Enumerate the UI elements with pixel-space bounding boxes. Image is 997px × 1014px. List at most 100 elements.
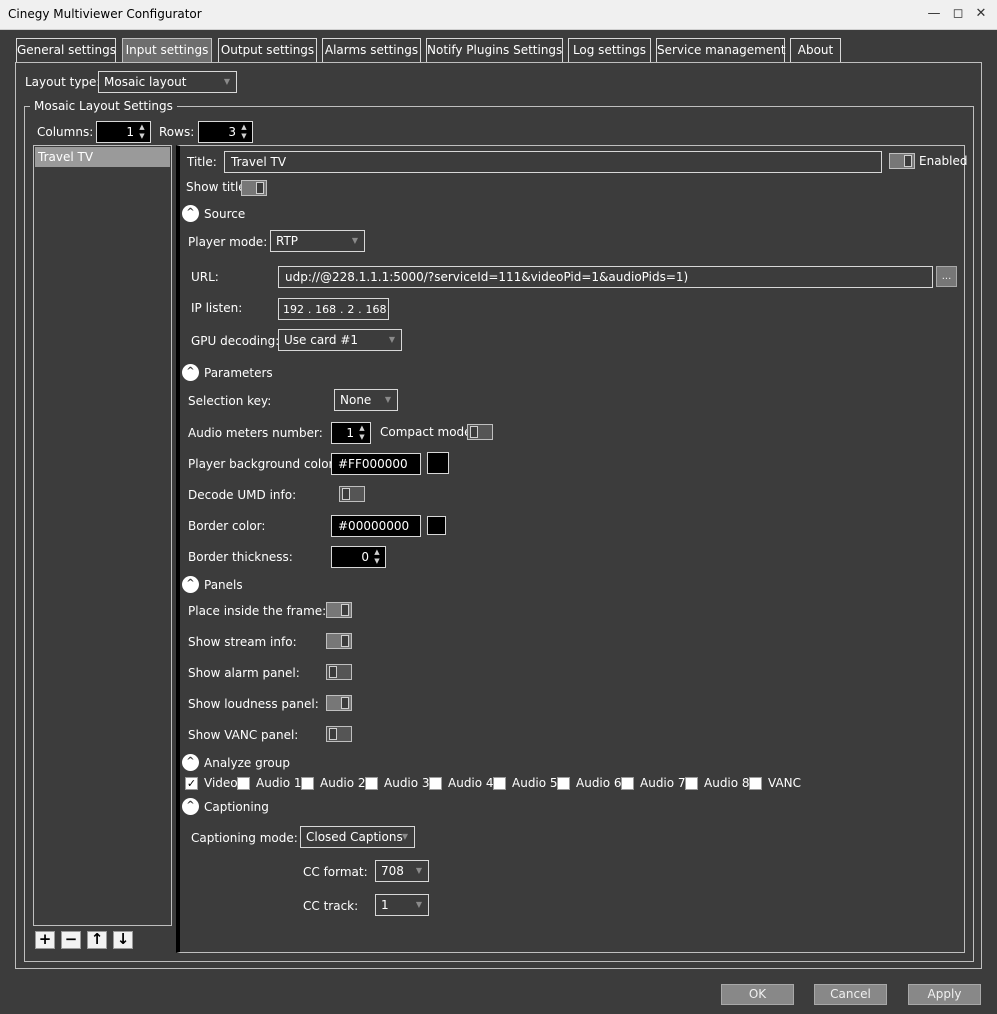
url-input[interactable]: udp://@228.1.1.1:5000/?serviceId=111&vid… [278,266,933,288]
rows-stepper[interactable]: 3 ▲ ▼ [198,121,253,143]
spin-arrows-icon[interactable]: ▲ ▼ [239,123,249,141]
tab-about[interactable]: About [790,38,841,63]
border-color-label: Border color: [188,519,266,533]
border-color-input[interactable]: #00000000 [331,515,421,537]
remove-icon[interactable]: − [61,931,81,949]
tab-general-settings[interactable]: General settings [16,38,116,63]
collapse-analyze-icon[interactable]: ^ [182,754,199,771]
window-title: Cinegy Multiviewer Configurator [8,7,202,21]
gpu-decoding-label: GPU decoding: [191,334,280,348]
player-bg-color-input[interactable]: #FF000000 [331,453,421,475]
analyze-audio1-checkbox[interactable] [237,777,250,790]
rows-value: 3 [228,125,236,139]
place-inside-label: Place inside the frame: [188,604,327,618]
browse-button[interactable]: ... [936,266,957,287]
compact-mode-toggle[interactable] [467,424,493,440]
analyze-audio3-checkbox[interactable] [365,777,378,790]
selection-key-value: None [340,393,372,407]
analyze-audio8-checkbox[interactable] [685,777,698,790]
ip-listen-input[interactable]: 192 . 168 . 2 . 168 [278,298,389,320]
cc-track-select[interactable]: 1 ▼ [375,894,429,916]
enabled-label: Enabled [919,154,968,168]
spin-arrows-icon[interactable]: ▲ ▼ [357,424,367,442]
title-input[interactable]: Travel TV [224,151,882,173]
border-thickness-value: 0 [361,550,369,564]
audio-meters-stepper[interactable]: 1 ▲ ▼ [331,422,371,444]
collapse-parameters-icon[interactable]: ^ [182,364,199,381]
collapse-source-icon[interactable]: ^ [182,205,199,222]
analyze-audio2-label: Audio 2 [320,776,366,790]
border-color-swatch[interactable] [427,516,446,535]
collapse-panels-icon[interactable]: ^ [182,576,199,593]
tab-output-settings[interactable]: Output settings [218,38,317,63]
analyze-audio4-checkbox[interactable] [429,777,442,790]
analyze-audio4-label: Audio 4 [448,776,494,790]
show-title-toggle[interactable] [241,180,267,196]
captioning-mode-label: Captioning mode: [191,831,298,845]
apply-button[interactable]: Apply [908,984,981,1005]
analyze-video-checkbox[interactable]: ✓ [185,777,198,790]
analyze-audio8-label: Audio 8 [704,776,750,790]
close-icon[interactable]: ✕ [971,4,991,24]
player-bg-color-swatch[interactable] [427,452,449,474]
ip-octet[interactable]: 168 [365,303,386,316]
decode-umd-label: Decode UMD info: [188,488,297,502]
gpu-decoding-select[interactable]: Use card #1 ▼ [278,329,402,351]
spin-arrows-icon[interactable]: ▲ ▼ [137,123,147,141]
analyze-audio2-checkbox[interactable] [301,777,314,790]
cc-format-label: CC format: [303,865,368,879]
show-vanc-panel-toggle[interactable] [326,726,352,742]
minimize-icon[interactable]: — [924,4,944,24]
chevron-down-icon: ▼ [401,832,408,841]
ip-octet[interactable]: 168 [315,303,336,316]
place-inside-toggle[interactable] [326,602,352,618]
ok-button[interactable]: OK [721,984,794,1005]
layout-type-select[interactable]: Mosaic layout ▼ [98,71,237,93]
analyze-video-label: Video [204,776,238,790]
arrow-up-icon[interactable]: ↑ [87,931,107,949]
tab-notify-plugins-settings[interactable]: Notify Plugins Settings [426,38,563,63]
audio-meters-label: Audio meters number: [188,426,323,440]
compact-mode-label: Compact mode [380,425,472,439]
source-list[interactable]: Travel TV [33,145,172,926]
show-alarm-panel-toggle[interactable] [326,664,352,680]
tab-log-settings[interactable]: Log settings [568,38,651,63]
list-item[interactable]: Travel TV [35,147,170,167]
analyze-audio3-label: Audio 3 [384,776,430,790]
collapse-captioning-icon[interactable]: ^ [182,798,199,815]
show-stream-info-toggle[interactable] [326,633,352,649]
selection-key-select[interactable]: None ▼ [334,389,398,411]
chevron-down-icon: ▼ [415,866,422,875]
analyze-audio6-checkbox[interactable] [557,777,570,790]
mosaic-layout-group-title: Mosaic Layout Settings [30,99,177,113]
layout-type-value: Mosaic layout [104,75,187,89]
player-mode-select[interactable]: RTP ▼ [270,230,365,252]
chevron-down-icon: ▼ [388,335,395,344]
add-icon[interactable]: + [35,931,55,949]
analyze-vanc-checkbox[interactable] [749,777,762,790]
chevron-down-icon: ▼ [384,395,391,404]
analyze-audio7-checkbox[interactable] [621,777,634,790]
url-label: URL: [191,270,219,284]
show-loudness-panel-toggle[interactable] [326,695,352,711]
cc-format-select[interactable]: 708 ▼ [375,860,429,882]
arrow-down-icon[interactable]: ↓ [113,931,133,949]
analyze-audio5-checkbox[interactable] [493,777,506,790]
cancel-button[interactable]: Cancel [814,984,887,1005]
ip-octet[interactable]: 192 [283,303,304,316]
player-mode-label: Player mode: [188,235,268,249]
chevron-down-icon: ▼ [223,77,230,86]
tab-service-management[interactable]: Service management [656,38,786,63]
layout-type-label: Layout type: [25,75,101,89]
decode-umd-toggle[interactable] [339,486,365,502]
captioning-mode-select[interactable]: Closed Captions ▼ [300,826,415,848]
restore-icon[interactable]: ◻ [948,4,968,24]
ip-octet[interactable]: 2 [347,303,354,316]
tab-alarms-settings[interactable]: Alarms settings [322,38,421,63]
tab-input-settings[interactable]: Input settings [122,38,212,63]
audio-meters-value: 1 [346,426,354,440]
columns-stepper[interactable]: 1 ▲ ▼ [96,121,151,143]
enabled-toggle[interactable] [889,153,915,169]
border-thickness-stepper[interactable]: 0 ▲ ▼ [331,546,386,568]
spin-arrows-icon[interactable]: ▲ ▼ [372,548,382,566]
